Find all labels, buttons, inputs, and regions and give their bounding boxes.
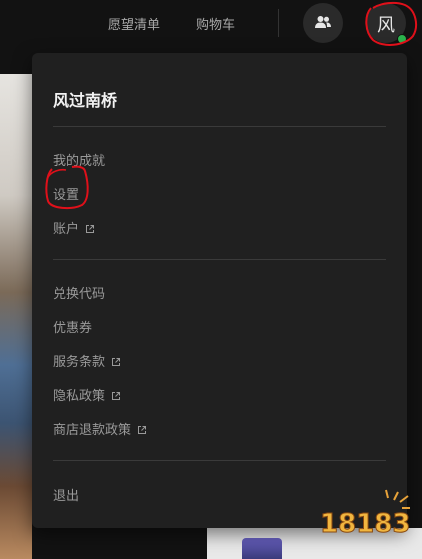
menu-item-privacy-label: 隐私政策 xyxy=(53,389,106,404)
menu-username: 风过南桥 xyxy=(53,91,118,110)
menu-item-privacy[interactable]: 隐私政策 xyxy=(53,385,121,404)
watermark-logo: 18183 xyxy=(320,489,411,540)
online-status-dot xyxy=(397,34,407,44)
external-link-icon xyxy=(138,426,147,434)
friends-icon xyxy=(315,16,331,28)
menu-item-settings[interactable]: 设置 xyxy=(53,184,79,203)
wishlist-link[interactable]: 愿望清单 xyxy=(108,14,160,33)
menu-item-refund-policy[interactable]: 商店退款政策 xyxy=(53,419,147,438)
menu-item-sign-out[interactable]: 退出 xyxy=(53,485,79,504)
external-link-icon xyxy=(112,358,121,366)
site-watermark: 18183 xyxy=(316,488,412,544)
external-link-icon xyxy=(86,225,95,233)
cart-link[interactable]: 购物车 xyxy=(196,14,235,33)
menu-divider xyxy=(53,126,386,127)
menu-item-refund-label: 商店退款政策 xyxy=(53,423,132,438)
menu-divider xyxy=(53,259,386,260)
menu-item-achievements[interactable]: 我的成就 xyxy=(53,150,105,169)
nav-divider xyxy=(278,9,279,37)
external-link-icon xyxy=(112,392,121,400)
menu-divider xyxy=(53,460,386,461)
menu-item-coupons[interactable]: 优惠券 xyxy=(53,317,92,336)
menu-item-account-label: 账户 xyxy=(53,222,80,237)
menu-item-account[interactable]: 账户 xyxy=(53,218,95,237)
background-artwork xyxy=(0,74,32,559)
user-avatar[interactable]: 风 xyxy=(366,3,407,44)
menu-item-terms-label: 服务条款 xyxy=(53,355,106,370)
avatar-initial: 风 xyxy=(377,15,395,36)
menu-item-redeem-code[interactable]: 兑换代码 xyxy=(53,283,105,302)
game-thumbnail[interactable] xyxy=(242,538,282,559)
menu-item-terms[interactable]: 服务条款 xyxy=(53,351,121,370)
top-navigation-bar: 愿望清单 购物车 风 xyxy=(0,0,422,46)
watermark-text: 18183 xyxy=(320,509,410,539)
friends-button[interactable] xyxy=(303,3,343,43)
account-dropdown-menu: 风过南桥 我的成就 设置 账户 兑换代码 优惠券 服务条款 隐私政策 商店退款政… xyxy=(32,53,407,528)
